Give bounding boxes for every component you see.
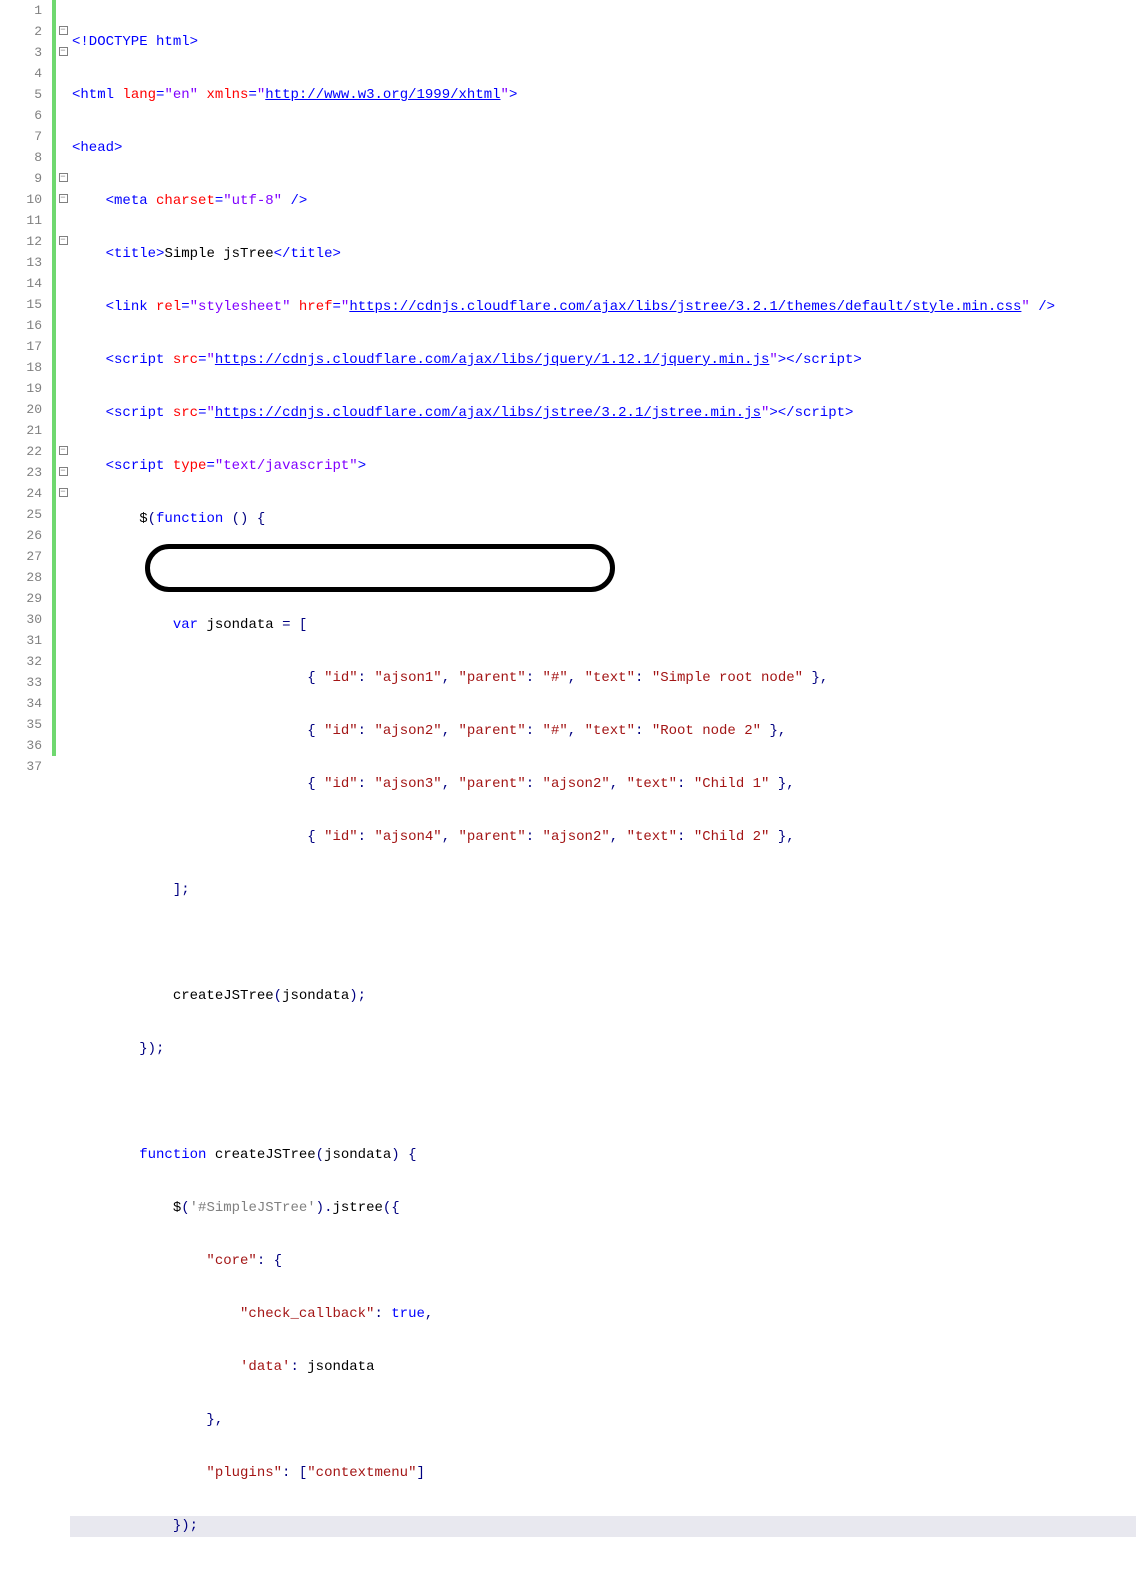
fold-toggle-icon[interactable]: − — [59, 488, 68, 497]
fold-toggle-icon[interactable]: − — [59, 194, 68, 203]
code-line[interactable]: }); — [70, 1516, 1136, 1537]
fold-toggle-icon[interactable]: − — [59, 446, 68, 455]
code-line[interactable] — [70, 933, 1136, 954]
line-number: 23 — [0, 462, 42, 483]
code-line[interactable]: "core": { — [70, 1251, 1136, 1272]
line-number: 29 — [0, 588, 42, 609]
line-number: 26 — [0, 525, 42, 546]
code-line[interactable]: ]; — [70, 880, 1136, 901]
line-number: 15 — [0, 294, 42, 315]
line-number: 5 — [0, 84, 42, 105]
line-number: 6 — [0, 105, 42, 126]
code-line[interactable]: <link rel="stylesheet" href="https://cdn… — [70, 297, 1136, 318]
code-line[interactable]: "check_callback": true, — [70, 1304, 1136, 1325]
code-line[interactable]: <head> — [70, 138, 1136, 159]
code-line[interactable]: function createJSTree(jsondata) { — [70, 1145, 1136, 1166]
code-line[interactable]: <title>Simple jsTree</title> — [70, 244, 1136, 265]
line-number: 2 — [0, 21, 42, 42]
code-line[interactable]: <!DOCTYPE html> — [70, 32, 1136, 53]
code-line[interactable]: }); — [70, 1039, 1136, 1060]
line-number: 33 — [0, 672, 42, 693]
fold-toggle-icon[interactable]: − — [59, 173, 68, 182]
code-area[interactable]: <!DOCTYPE html> <html lang="en" xmlns="h… — [70, 0, 1136, 785]
line-number: 22 — [0, 441, 42, 462]
line-number: 32 — [0, 651, 42, 672]
line-number: 30 — [0, 609, 42, 630]
line-number: 1 — [0, 0, 42, 21]
line-number: 13 — [0, 252, 42, 273]
line-number: 7 — [0, 126, 42, 147]
code-line[interactable] — [70, 562, 1136, 583]
code-line[interactable]: { "id": "ajson1", "parent": "#", "text":… — [70, 668, 1136, 689]
code-line[interactable]: $('#SimpleJSTree').jstree({ — [70, 1198, 1136, 1219]
line-number: 12 — [0, 231, 42, 252]
fold-toggle-icon[interactable]: − — [59, 236, 68, 245]
line-number: 16 — [0, 315, 42, 336]
line-number: 24 — [0, 483, 42, 504]
line-number-gutter: 1234567891011121314151617181920212223242… — [0, 0, 52, 785]
code-line[interactable]: var jsondata = [ — [70, 615, 1136, 636]
code-line[interactable] — [70, 1092, 1136, 1113]
line-number: 10 — [0, 189, 42, 210]
code-line[interactable]: } — [70, 1569, 1136, 1570]
line-number: 21 — [0, 420, 42, 441]
fold-toggle-icon[interactable]: − — [59, 467, 68, 476]
code-line[interactable]: }, — [70, 1410, 1136, 1431]
line-number: 31 — [0, 630, 42, 651]
line-number: 17 — [0, 336, 42, 357]
code-line[interactable]: createJSTree(jsondata); — [70, 986, 1136, 1007]
code-line[interactable]: <html lang="en" xmlns="http://www.w3.org… — [70, 85, 1136, 106]
code-line[interactable]: "plugins": ["contextmenu"] — [70, 1463, 1136, 1484]
line-number: 8 — [0, 147, 42, 168]
code-line[interactable]: { "id": "ajson4", "parent": "ajson2", "t… — [70, 827, 1136, 848]
line-number: 11 — [0, 210, 42, 231]
line-number: 18 — [0, 357, 42, 378]
fold-column: − − − − − − − − — [56, 0, 70, 785]
line-number: 19 — [0, 378, 42, 399]
fold-toggle-icon[interactable]: − — [59, 47, 68, 56]
line-number: 3 — [0, 42, 42, 63]
code-line[interactable]: <script type="text/javascript"> — [70, 456, 1136, 477]
code-line[interactable]: <script src="https://cdnjs.cloudflare.co… — [70, 350, 1136, 371]
code-line[interactable]: $(function () { — [70, 509, 1136, 530]
line-number: 35 — [0, 714, 42, 735]
line-number: 9 — [0, 168, 42, 189]
line-number: 28 — [0, 567, 42, 588]
code-line[interactable]: <script src="https://cdnjs.cloudflare.co… — [70, 403, 1136, 424]
line-number: 20 — [0, 399, 42, 420]
line-number: 4 — [0, 63, 42, 84]
line-number: 34 — [0, 693, 42, 714]
code-line[interactable]: <meta charset="utf-8" /> — [70, 191, 1136, 212]
line-number: 36 — [0, 735, 42, 756]
code-editor: 1234567891011121314151617181920212223242… — [0, 0, 1136, 785]
line-number: 37 — [0, 756, 42, 777]
code-line[interactable]: 'data': jsondata — [70, 1357, 1136, 1378]
line-number: 14 — [0, 273, 42, 294]
line-number: 25 — [0, 504, 42, 525]
line-number: 27 — [0, 546, 42, 567]
code-line[interactable]: { "id": "ajson2", "parent": "#", "text":… — [70, 721, 1136, 742]
fold-toggle-icon[interactable]: − — [59, 26, 68, 35]
